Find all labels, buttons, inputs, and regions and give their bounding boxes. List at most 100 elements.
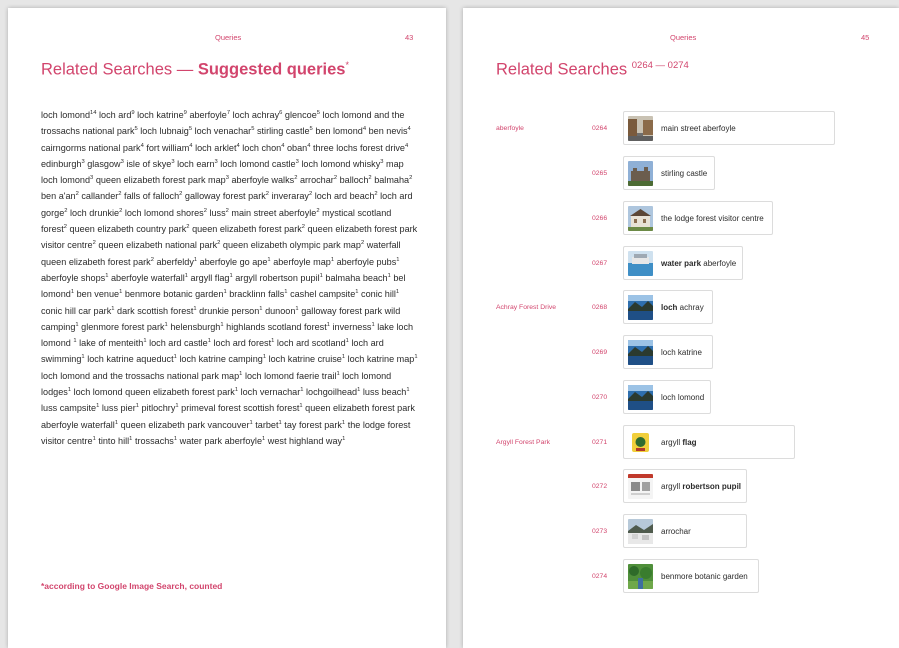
query-term: balloch2 [340,175,372,185]
label-text: main street aberfoyle [661,123,736,133]
query-term: glencoe5 [285,110,320,120]
query-term-text: trossachs [134,435,174,446]
query-term: queen elizabeth national park2 [98,240,220,250]
query-term: loch ard beach2 [315,191,378,201]
query-term-count: 1 [387,272,391,279]
search-suggestion-card[interactable]: argyll flag [623,425,795,459]
query-term: pitlochry1 [142,403,179,413]
query-term-count: 1 [239,370,243,377]
query-term-count: 1 [173,435,178,442]
query-number: 0272 [592,483,608,490]
query-term-count: 5 [134,126,138,133]
search-suggestion-card[interactable]: loch lomond [623,380,711,414]
query-term-count: 1 [234,387,239,394]
query-term-count: 4 [281,142,285,149]
query-term-text: three lochs forest drive [312,142,405,153]
query-term-count: 1 [229,272,233,279]
search-suggestion-card[interactable]: loch achray [623,290,713,324]
query-term-text: primeval forest scottish forest [181,403,300,414]
query-term: luss campsite1 [41,403,99,413]
query-term: argyll robertson pupil1 [235,273,323,283]
query-term-count: 4 [236,142,240,149]
running-header-section: Queries [670,33,697,42]
search-suggestion-label: benmore botanic garden [661,572,748,581]
query-term: aberfoyle walks2 [232,175,298,185]
query-term-text: aberfoyle waterfall [110,272,185,283]
query-term-text: loch lomond queen elizabeth forest park [73,387,235,398]
related-search-row: 0265 stirling castle [463,156,899,192]
query-number: 0269 [592,349,608,356]
query-term-count: 1 [319,272,323,279]
query-term-text: loch ard forest [213,338,272,349]
search-suggestion-card[interactable]: water park aberfoyle [623,246,743,280]
query-term-count: 1 [92,435,96,442]
query-term: cairngorms national park4 [41,143,144,153]
query-term-count: 1 [341,354,346,361]
document-thumb-icon [628,473,653,499]
query-term-text: callander [81,191,119,202]
query-number: 0267 [592,260,608,267]
query-term-text: conic hill car park [41,305,112,316]
query-term-count: 3 [90,175,94,182]
query-term: helensburgh1 [170,322,223,332]
query-term: isle of skye3 [126,159,174,169]
query-term-text: conic hill [361,289,396,300]
search-suggestion-label: the lodge forest visitor centre [661,214,764,223]
query-term-count: 2 [308,191,313,198]
search-suggestion-card[interactable]: arrochar [623,514,747,548]
query-term: loch venachar5 [195,126,255,136]
query-term-count: 5 [251,126,255,133]
footnote: *according to Google Image Search, count… [41,581,223,591]
query-term: loch lomond and the trossachs national p… [41,371,242,381]
related-search-row: aberfoyle 0264 main street aberfoyle [463,111,899,147]
query-term: loch lomond whisky3 [301,159,383,169]
query-term: inveraray2 [272,191,313,201]
search-suggestion-label: stirling castle [661,169,707,178]
query-term-text: loch katrine [137,110,184,120]
village-photo-icon [628,518,653,544]
query-term-count: 1 [173,354,177,361]
search-suggestion-card[interactable]: the lodge forest visitor centre [623,201,773,235]
query-term-count: 1 [342,435,346,442]
title-range: 0264 — 0274 [631,60,689,71]
query-term-count: 2 [179,191,183,198]
query-term: aberfoyle pubs1 [337,257,400,267]
query-term-count: 2 [186,224,190,231]
query-term-text: water park aberfoyle [179,435,263,446]
query-term-count: 1 [300,387,304,394]
search-suggestion-card[interactable]: main street aberfoyle [623,111,835,145]
right-page: Queries 45 Related Searches 0264 — 0274 … [463,8,899,648]
query-term-count: 2 [294,175,298,182]
query-term-count: 1 [355,289,359,296]
query-term-count: 1 [395,289,400,296]
search-suggestion-label: loch achray [661,303,704,312]
running-header-section: Queries [215,33,242,42]
query-term-count: 2 [63,224,67,231]
query-term: queen elizabeth park vancouver1 [121,420,253,430]
search-suggestion-card[interactable]: argyll robertson pupil [623,469,747,503]
query-term: ben lomond4 [315,126,366,136]
query-term: loch katrine cruise1 [269,354,346,364]
query-term-text: dunoon [265,305,296,316]
query-term: queen elizabeth forest park map3 [96,175,229,185]
query-term-count: 1 [259,305,263,312]
query-term-count: 4 [307,142,311,149]
query-term-text: aberfoyle walks [231,175,295,186]
search-suggestion-card[interactable]: benmore botanic garden [623,559,759,593]
query-term-count: 5 [188,126,193,133]
query-term-count: 3 [380,158,384,165]
query-term: west highland way1 [268,436,346,446]
query-term: tay forest park1 [284,420,345,430]
query-number: 0273 [592,528,608,535]
search-suggestion-card[interactable]: stirling castle [623,156,715,190]
related-search-row: 0272 argyll robertson pupil [463,469,899,505]
query-term-count: 1 [81,354,85,361]
query-number: 0266 [592,215,608,222]
search-suggestion-card[interactable]: loch katrine [623,335,713,369]
query-term: conic hill car park1 [41,306,115,316]
label-bold-text: robertson pupil [682,481,742,491]
query-term: fort william4 [146,143,192,153]
query-term-count: 1 [406,387,410,394]
query-term-text: loch ard beach [314,191,375,202]
query-term: loch katrine9 [137,110,187,120]
